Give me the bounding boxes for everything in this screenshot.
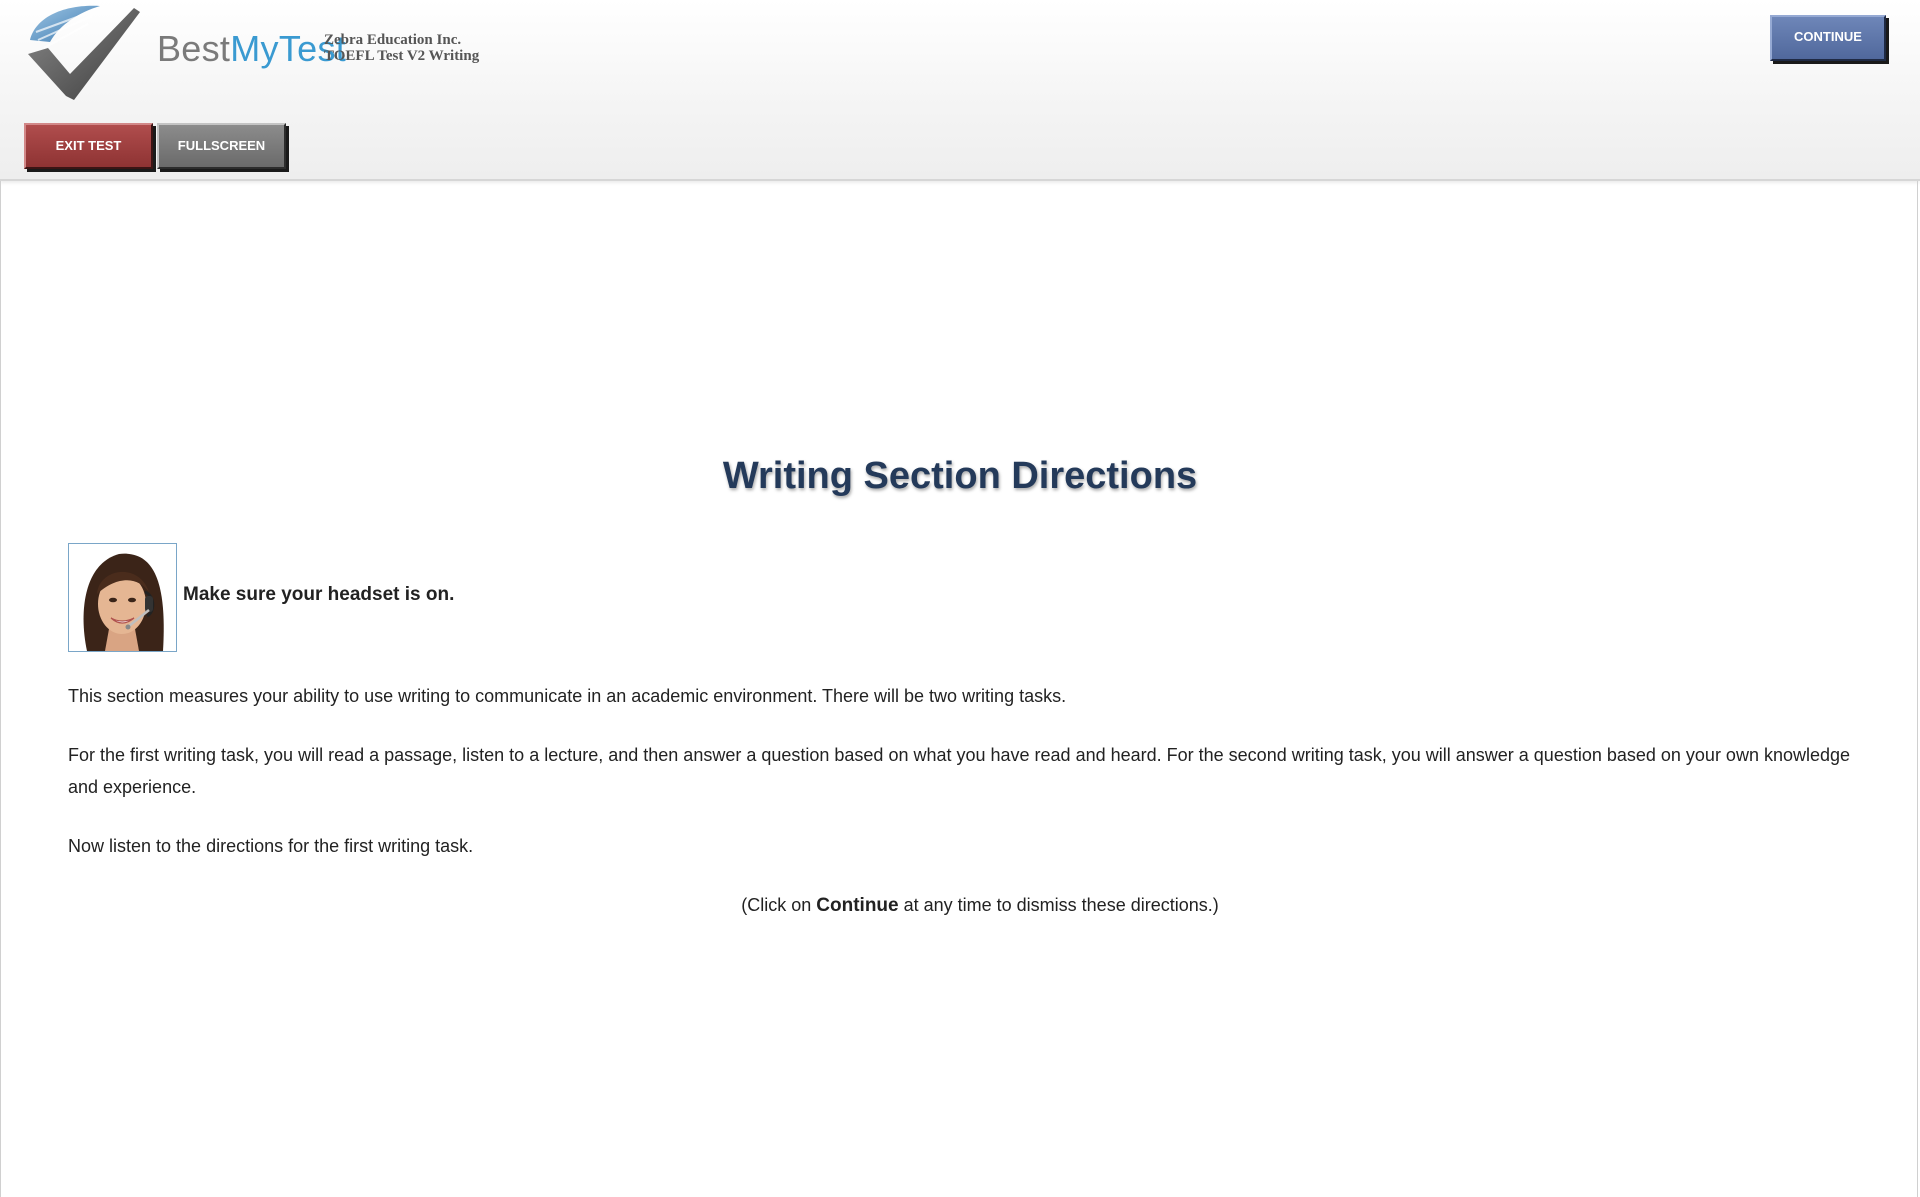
headset-instruction: Make sure your headset is on. (183, 584, 455, 605)
dismiss-note: (Click on Continue at any time to dismis… (0, 889, 1920, 922)
woman-with-headset-image (69, 544, 176, 651)
operator-headset-photo (68, 543, 177, 652)
exit-test-button[interactable]: EXIT TEST (24, 123, 153, 169)
dismiss-note-continue: Continue (816, 895, 899, 916)
logo-word-best: Best (157, 28, 231, 69)
directions-paragraph-1: This section measures your ability to us… (68, 686, 1067, 706)
checkmark-logo-icon (28, 5, 140, 100)
fullscreen-button[interactable]: FULLSCREEN (157, 123, 286, 169)
directions-paragraph-2: For the first writing task, you will rea… (68, 745, 1851, 797)
org-name: Zebra Education Inc. (324, 32, 462, 48)
directions-paragraph-3: Now listen to the directions for the fir… (68, 836, 474, 856)
test-name: TOEFL Test V2 Writing (324, 48, 480, 64)
bestmytest-logo: BestMyTest (26, 2, 346, 102)
header-bar: BestMyTest Zebra Education Inc. TOEFL Te… (0, 0, 1920, 181)
dismiss-note-prefix: (Click on (741, 895, 817, 915)
page-title: Writing Section Directions (722, 455, 1198, 497)
logo-wordmark: BestMyTest (157, 28, 346, 70)
test-info: Zebra Education Inc. TOEFL Test V2 Writi… (324, 32, 479, 64)
dismiss-note-suffix: at any time to dismiss these directions.… (898, 895, 1219, 915)
continue-button[interactable]: CONTINUE (1770, 15, 1886, 61)
